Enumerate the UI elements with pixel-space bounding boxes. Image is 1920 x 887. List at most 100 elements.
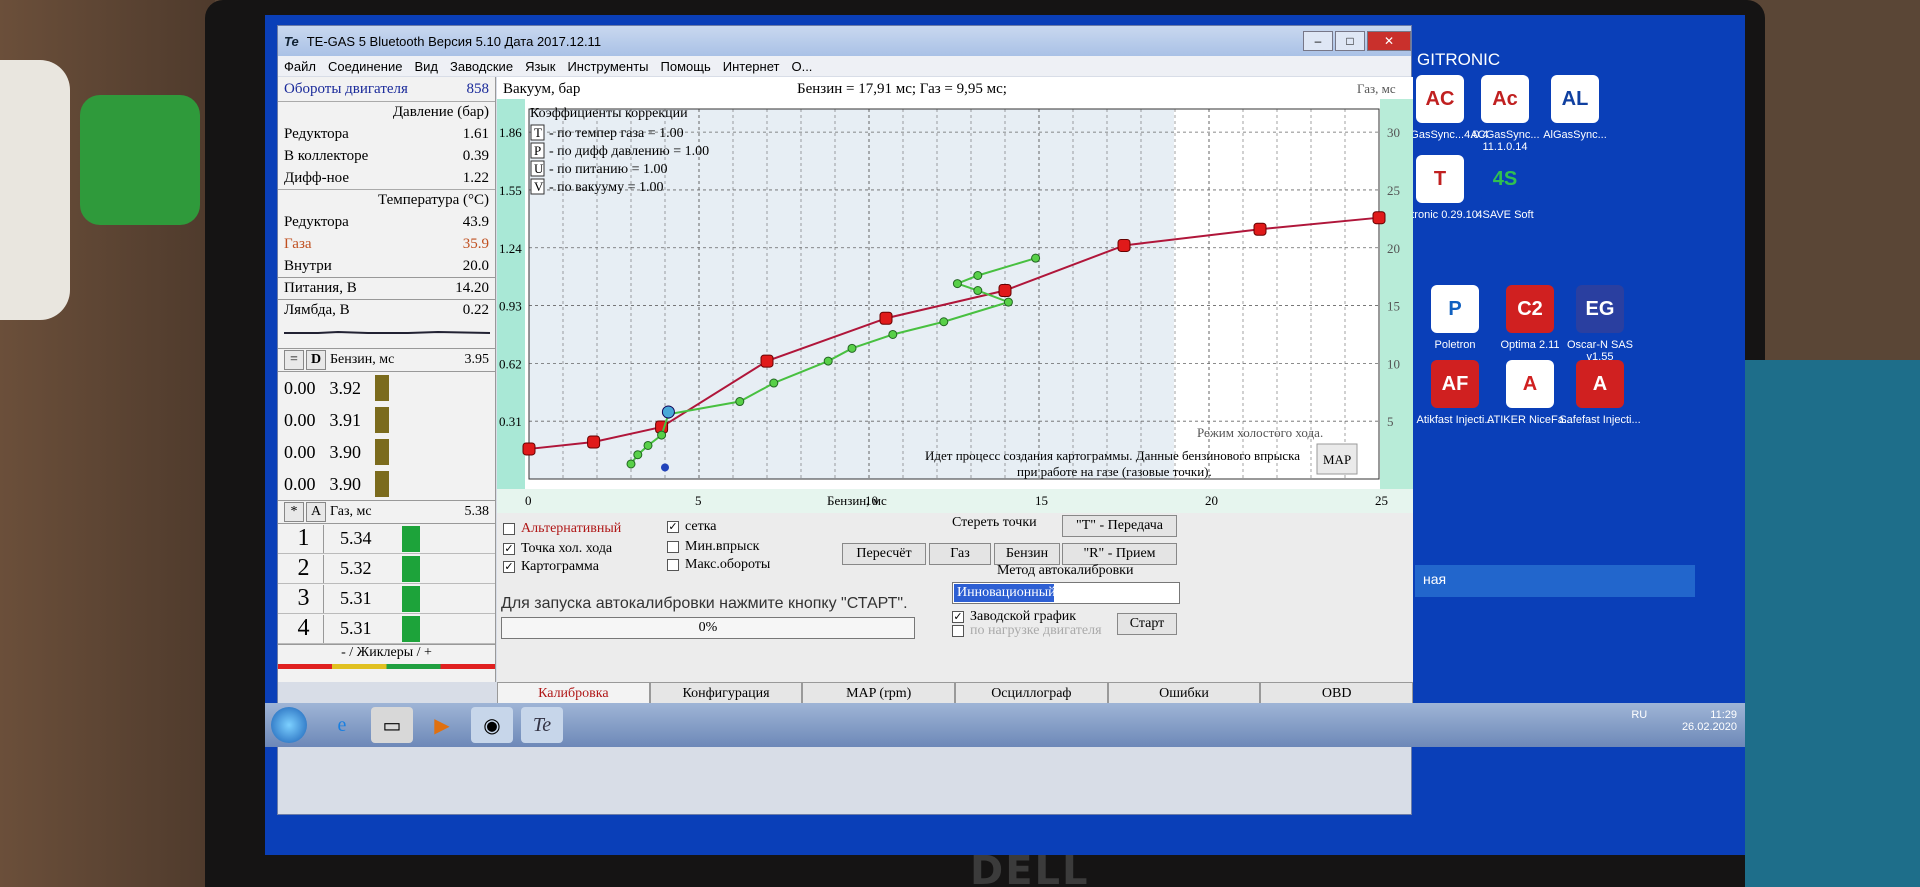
petrol-map-point[interactable] [760,354,774,368]
petrol-correction: 0.00 [284,377,316,398]
correction-key[interactable]: T [534,125,542,140]
correction-text: - по темпер газа = 1.00 [549,126,684,141]
gas-injector-row: 3 5.31 [278,584,495,614]
gas-injector-number[interactable]: 1 [284,524,324,553]
media-player-icon[interactable]: ▶ [421,707,463,743]
petrol-d-button[interactable]: D [306,350,326,370]
desktop-icon[interactable]: EG Oscar-N SAS v1.55 [1555,285,1645,363]
gas-data-point [888,329,898,339]
recalc-button[interactable]: Пересчёт [842,543,926,565]
supply-value: 14.20 [455,280,489,296]
desktop-icon[interactable]: AL AlGasSync... [1530,75,1620,141]
gas-injector-number[interactable]: 3 [284,584,324,613]
y-right-tick-label: 15 [1387,299,1400,314]
row-label: Дифф-ное [284,169,349,186]
idle-point-checkbox[interactable]: ✓ Точка хол. хода [503,541,612,557]
idle-text: Режим холостого хода. [1197,425,1323,440]
menu-item-8[interactable]: О... [791,59,812,74]
jets-control[interactable]: - / Жиклеры / + [278,644,495,664]
grid-checkbox[interactable]: ✓ сетка [667,519,717,535]
petrol-map-point[interactable] [1117,238,1131,252]
gas-injector-number[interactable]: 2 [284,554,324,583]
petrol-map-point[interactable] [1372,211,1386,225]
current-point-marker [661,405,675,419]
gas-star-button[interactable]: * [284,502,304,522]
petrol-equal-button[interactable]: = [284,350,304,370]
gas-a-button[interactable]: A [306,502,326,522]
gas-points-button[interactable]: Газ [929,543,991,565]
menu-item-5[interactable]: Инструменты [567,59,648,74]
petrol-map-point[interactable] [1253,222,1267,236]
correction-key[interactable]: P [534,143,541,158]
menu-item-0[interactable]: Файл [284,59,316,74]
min-inj-checkbox[interactable]: Мин.впрыск [667,539,759,555]
menu-item-7[interactable]: Интернет [723,59,780,74]
taskbar: e ▭ ▶ ◉ Te RU 11:29 26.02.2020 [265,703,1745,747]
menu-item-4[interactable]: Язык [525,59,555,74]
minimize-button[interactable]: – [1303,31,1333,51]
temperature-header: Температура (°C) [278,189,495,211]
ie-icon[interactable]: e [321,707,363,743]
desktop-icon-label: AlGasSync... [1543,129,1607,141]
petrol-map-point[interactable] [879,311,893,325]
correction-key[interactable]: U [534,161,544,176]
title-bar[interactable]: Te TE-GAS 5 Bluetooth Версия 5.10 Дата 2… [278,26,1411,56]
desktop-icon[interactable]: 4S 4SAVE Soft [1460,155,1550,221]
receive-button[interactable]: "R" - Прием [1062,543,1177,565]
row-value: 0.39 [462,147,489,164]
printer-icon[interactable]: ▭ [371,707,413,743]
desktop-app-icon: EG [1576,285,1624,333]
petrol-map-point[interactable] [587,435,601,449]
app-window: Te TE-GAS 5 Bluetooth Версия 5.10 Дата 2… [277,25,1414,815]
max-rpm-checkbox[interactable]: Макс.обороты [667,557,770,573]
petrol-correction: 0.00 [284,473,316,494]
tray-language[interactable]: RU [1631,709,1647,721]
correction-text: - по дифф давлению = 1.00 [549,144,709,159]
menu-item-1[interactable]: Соединение [328,59,403,74]
menu-item-2[interactable]: Вид [414,59,438,74]
correction-key[interactable]: V [534,179,544,194]
menu-item-6[interactable]: Помощь [661,59,711,74]
transmit-button[interactable]: "T" - Передача [1062,515,1177,537]
gas-level-bar [401,585,420,612]
method-select[interactable]: Инновационный [952,582,1180,604]
gas-injector-time: 5.34 [340,528,372,548]
desktop-icon[interactable]: A Safefast Injecti... [1555,360,1645,426]
by-load-checkbox[interactable]: по нагрузке двигателя [952,623,1102,639]
start-autocalib-button[interactable]: Старт [1117,613,1177,635]
chrome-icon[interactable]: ◉ [471,707,513,743]
x-tick-label: 25 [1375,493,1388,508]
alternative-checkbox[interactable]: Альтернативный [503,521,621,537]
pressure-header: Давление (бар) [278,101,495,123]
map-checkbox[interactable]: ✓ Картограмма [503,559,599,575]
gas-injector-number[interactable]: 4 [284,614,324,643]
y-left-tick-label: 1.24 [499,241,522,256]
gas-value: 5.38 [464,504,490,519]
petrol-level-bar [375,375,389,401]
maximize-button[interactable]: □ [1335,31,1365,51]
petrol-header: = D Бензин, мс 3.95 [278,348,495,372]
temp-list-row: Редуктора 43.9 [278,211,495,233]
pressure-list-row: Дифф-ное 1.22 [278,167,495,189]
y-right-tick-label: 5 [1387,414,1394,429]
gas-data-point [626,459,636,469]
gas-injector-time: 5.32 [340,558,372,578]
calibration-chart[interactable]: 0 5 10 15 20 250.310.620.931.241.551.86510152… [497,77,1413,513]
y-left-tick-label: 1.55 [499,183,522,198]
y-right-tick-label: 20 [1387,241,1400,256]
menu-item-3[interactable]: Заводские [450,59,513,74]
close-button[interactable]: ✕ [1367,31,1411,51]
gas-injector-time: 5.31 [340,588,372,608]
petrol-time: 3.90 [329,473,362,494]
bottle-object [0,60,70,320]
gas-injector-row: 4 5.31 [278,614,495,644]
te-app-icon[interactable]: Te [521,707,563,743]
pressure-list-row: В коллекторе 0.39 [278,145,495,167]
process-text-1: Идет процесс создания картограммы. Данны… [925,448,1300,463]
desktop-app-icon: AF [1431,360,1479,408]
petrol-time: 3.91 [329,409,362,430]
petrol-map-point[interactable] [522,442,536,456]
start-button[interactable] [271,707,307,743]
petrol-map-point[interactable] [998,284,1012,298]
petrol-points-button[interactable]: Бензин [994,543,1060,565]
